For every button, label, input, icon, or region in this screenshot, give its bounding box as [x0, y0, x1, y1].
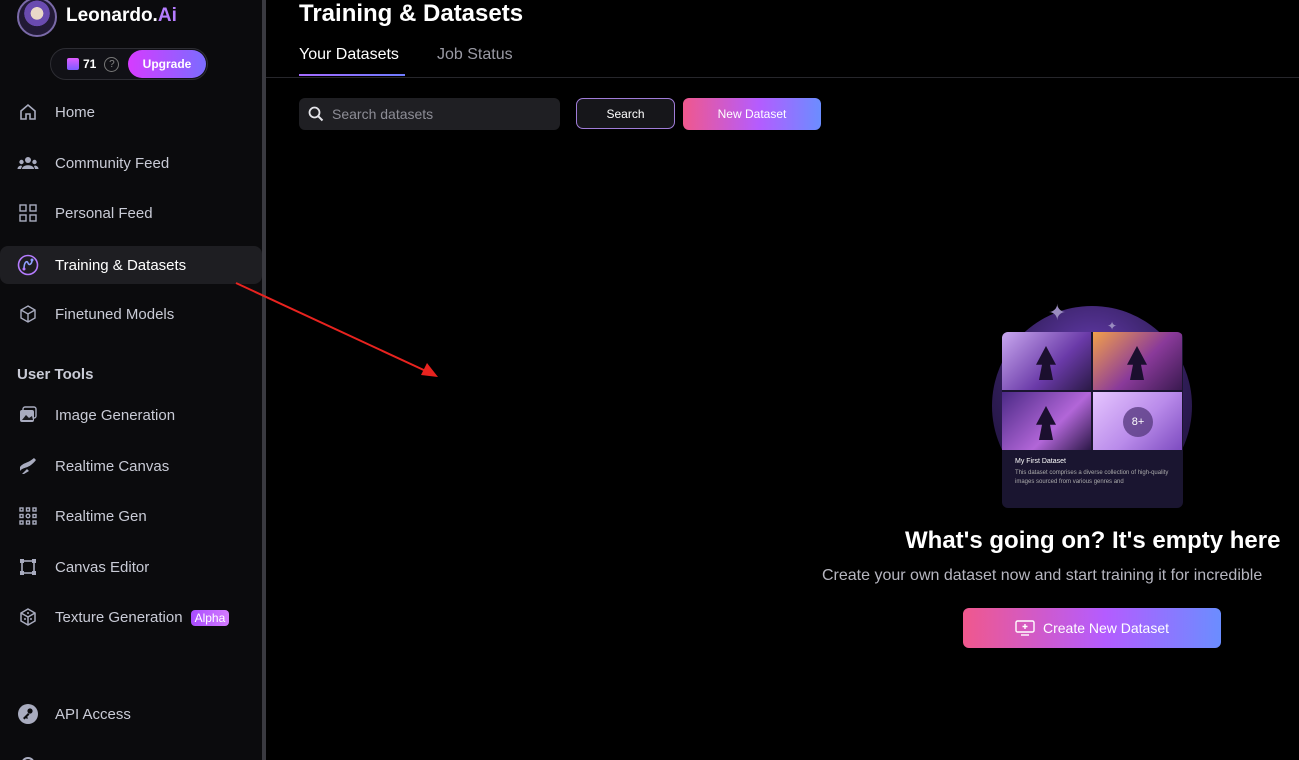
sidebar-item-label: API Access	[55, 705, 131, 723]
witch-figure	[1036, 406, 1056, 440]
key-icon	[17, 703, 39, 725]
sidebar-item-finetuned-models[interactable]: Finetuned Models	[0, 295, 262, 333]
sidebar-item-image-generation[interactable]: Image Generation	[0, 396, 262, 434]
sidebar-item-label: Personal Feed	[55, 204, 153, 222]
sidebar-item-texture-generation[interactable]: Texture Generation Alpha	[0, 598, 262, 636]
sidebar-item-community-feed[interactable]: Community Feed	[0, 144, 262, 182]
sparkle-icon: ✦	[1048, 300, 1067, 325]
page-title: Training & Datasets	[299, 0, 524, 27]
monitor-plus-icon	[1015, 620, 1035, 636]
create-new-dataset-button[interactable]: Create New Dataset	[963, 608, 1221, 648]
tabs-divider	[266, 77, 1299, 78]
search-input[interactable]	[332, 106, 552, 122]
sidebar-item-training-datasets[interactable]: Training & Datasets	[0, 246, 262, 284]
empty-state-title: What's going on? It's empty here	[905, 527, 1281, 554]
token-icon	[67, 58, 79, 70]
dataset-preview-card: 8+ My First Dataset This dataset compris…	[1002, 332, 1183, 508]
cube-icon	[17, 303, 39, 325]
sidebar-item-label: Realtime Canvas	[55, 457, 170, 475]
empty-state-subtitle: Create your own dataset now and start tr…	[822, 567, 1263, 584]
grid-icon	[17, 202, 39, 224]
witch-figure	[1036, 346, 1056, 380]
preview-tile	[1093, 332, 1182, 390]
witch-figure	[1127, 346, 1147, 380]
dots-grid-icon	[17, 505, 39, 527]
card-description: This dataset comprises a diverse collect…	[1015, 470, 1169, 485]
brush-icon	[17, 455, 39, 477]
section-title-user-tools: User Tools	[17, 366, 94, 383]
sidebar-item-label: Finetuned Models	[55, 305, 175, 323]
sidebar-item-label: Image Generation	[55, 406, 176, 424]
sidebar-item-personal-feed[interactable]: Personal Feed	[0, 194, 262, 232]
tab-your-datasets[interactable]: Your Datasets	[299, 46, 399, 76]
preview-tile	[1002, 332, 1091, 390]
tab-job-status[interactable]: Job Status	[437, 46, 513, 76]
brand-name: Leonardo.Ai	[66, 5, 177, 26]
create-new-dataset-label: Create New Dataset	[1042, 620, 1170, 636]
sidebar-item-label: Texture Generation Alpha	[55, 609, 230, 626]
image-icon	[17, 404, 39, 426]
help-icon[interactable]: ?	[104, 56, 120, 72]
sidebar-item-label: Canvas Editor	[55, 558, 150, 576]
gear-icon	[17, 753, 39, 760]
credit-count: 71	[83, 57, 97, 71]
texture-icon	[17, 606, 39, 628]
home-icon	[17, 101, 39, 123]
canvas-icon	[17, 556, 39, 578]
more-images-badge: 8+	[1123, 407, 1153, 437]
upgrade-button[interactable]: Upgrade	[128, 50, 206, 78]
sidebar-item-realtime-canvas[interactable]: Realtime Canvas	[0, 447, 262, 485]
sidebar-item-realtime-gen[interactable]: Realtime Gen	[0, 497, 262, 535]
sidebar-item-api-access[interactable]: API Access	[0, 695, 262, 733]
sidebar-item-label: Realtime Gen	[55, 507, 147, 525]
logo-avatar	[17, 0, 57, 37]
search-button[interactable]: Search	[576, 98, 675, 129]
search-icon	[308, 106, 324, 122]
search-box[interactable]	[299, 98, 560, 130]
brand[interactable]: Leonardo.Ai	[17, 0, 177, 38]
new-dataset-button[interactable]: New Dataset	[683, 98, 821, 130]
sidebar-item-home[interactable]: Home	[0, 93, 262, 131]
sidebar-scrollbar[interactable]	[262, 0, 266, 760]
sidebar-item-canvas-editor[interactable]: Canvas Editor	[0, 548, 262, 586]
alpha-badge: Alpha	[190, 609, 230, 626]
sidebar-item-partial[interactable]	[0, 745, 262, 760]
community-icon	[17, 152, 39, 174]
card-title: My First Dataset	[1015, 458, 1066, 465]
sidebar: Leonardo.Ai 71 ? Upgrade Home Community …	[0, 0, 262, 760]
training-icon	[17, 254, 39, 276]
preview-tile	[1002, 392, 1091, 450]
active-tab-indicator	[299, 74, 405, 76]
sidebar-item-label: Community Feed	[55, 154, 170, 172]
sidebar-item-label: Home	[55, 103, 96, 121]
sidebar-item-label: Training & Datasets	[55, 256, 187, 274]
credits-pill: 71 ? Upgrade	[50, 48, 208, 80]
sparkle-icon: ✦	[1107, 319, 1118, 333]
